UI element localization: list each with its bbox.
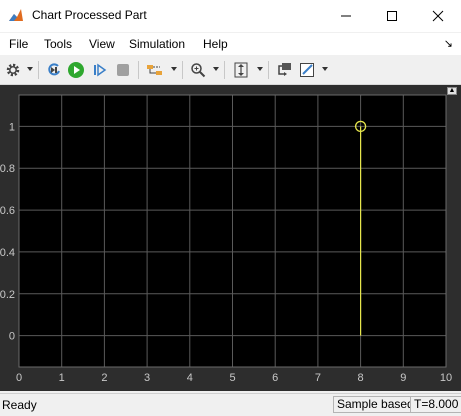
status-bar: Ready Sample based T=8.000	[0, 393, 461, 416]
simulation-time-status: T=8.000	[410, 396, 461, 413]
close-icon	[432, 10, 444, 22]
configuration-dropdown-icon[interactable]	[27, 67, 33, 71]
menu-tools[interactable]: Tools	[44, 37, 72, 51]
highlight-block-icon	[278, 63, 291, 76]
signal-selector-button[interactable]	[145, 59, 165, 81]
undock-axes-icon[interactable]: ▲	[447, 87, 457, 95]
y-tick-label: 1	[9, 121, 15, 133]
signal-selector-icon	[147, 65, 162, 75]
gear-icon	[6, 63, 20, 77]
minimize-button[interactable]	[323, 0, 369, 32]
step-forward-button[interactable]	[90, 59, 110, 81]
step-back-button[interactable]	[44, 59, 64, 81]
window-title: Chart Processed Part	[32, 8, 147, 22]
stop-button[interactable]	[113, 59, 133, 81]
x-tick-label: 10	[440, 372, 452, 384]
x-tick-label: 9	[400, 372, 406, 384]
scope-display: ▲ 0 1 2 3 4 5 6 7 8 9 10 0 0.2 0.4 0.6 0.8 1	[0, 85, 461, 391]
dock-arrow-icon[interactable]: ↘	[444, 37, 453, 50]
menu-bar: File Tools View Simulation Help ↘	[0, 33, 461, 55]
signal-selector-dropdown-icon[interactable]	[171, 67, 177, 71]
menu-simulation[interactable]: Simulation	[129, 37, 185, 51]
x-tick-label: 2	[101, 372, 107, 384]
configuration-button[interactable]	[3, 59, 23, 81]
matlab-logo-icon	[9, 9, 23, 21]
zoom-dropdown-icon[interactable]	[213, 67, 219, 71]
x-tick-label: 5	[229, 372, 235, 384]
x-tick-label: 4	[187, 372, 193, 384]
style-icon	[300, 63, 314, 77]
y-tick-label: 0.6	[0, 205, 15, 217]
scale-axes-dropdown-icon[interactable]	[257, 67, 263, 71]
menu-file[interactable]: File	[9, 37, 28, 51]
toolbar	[0, 56, 461, 85]
sample-mode-status: Sample based	[333, 396, 418, 413]
toolbar-separator	[268, 61, 269, 79]
run-button[interactable]	[66, 59, 86, 81]
step-back-icon	[48, 63, 60, 76]
maximize-button[interactable]	[369, 0, 415, 32]
style-dropdown-icon[interactable]	[322, 67, 328, 71]
x-tick-label: 6	[272, 372, 278, 384]
menu-view[interactable]: View	[89, 37, 115, 51]
x-tick-label: 0	[16, 372, 22, 384]
title-bar: Chart Processed Part	[0, 0, 461, 32]
toolbar-separator	[138, 61, 139, 79]
menu-help[interactable]: Help	[203, 37, 228, 51]
toolbar-separator	[38, 61, 39, 79]
close-button[interactable]	[415, 0, 461, 32]
y-tick-label: 0.2	[0, 289, 15, 301]
stop-icon	[117, 64, 129, 76]
toolbar-separator	[224, 61, 225, 79]
step-forward-icon	[94, 63, 107, 77]
y-tick-label: 0.8	[0, 163, 15, 175]
x-tick-label: 1	[59, 372, 65, 384]
x-tick-label: 3	[144, 372, 150, 384]
y-tick-label: 0.4	[0, 247, 15, 259]
zoom-icon	[191, 63, 206, 78]
status-ready: Ready	[2, 398, 37, 412]
toolbar-separator	[182, 61, 183, 79]
minimize-icon	[341, 15, 351, 17]
maximize-icon	[387, 11, 397, 21]
scale-axes-button[interactable]	[231, 59, 251, 81]
zoom-button[interactable]	[188, 59, 208, 81]
scale-axes-icon	[234, 62, 248, 78]
run-icon	[68, 62, 84, 78]
y-tick-label: 0	[9, 331, 15, 343]
x-tick-label: 7	[315, 372, 321, 384]
style-button[interactable]	[297, 59, 317, 81]
scope-plot: 0 1 2 3 4 5 6 7 8 9 10 0 0.2 0.4 0.6 0.8 1	[0, 94, 452, 384]
x-tick-label: 8	[358, 372, 364, 384]
highlight-block-button[interactable]	[274, 59, 294, 81]
